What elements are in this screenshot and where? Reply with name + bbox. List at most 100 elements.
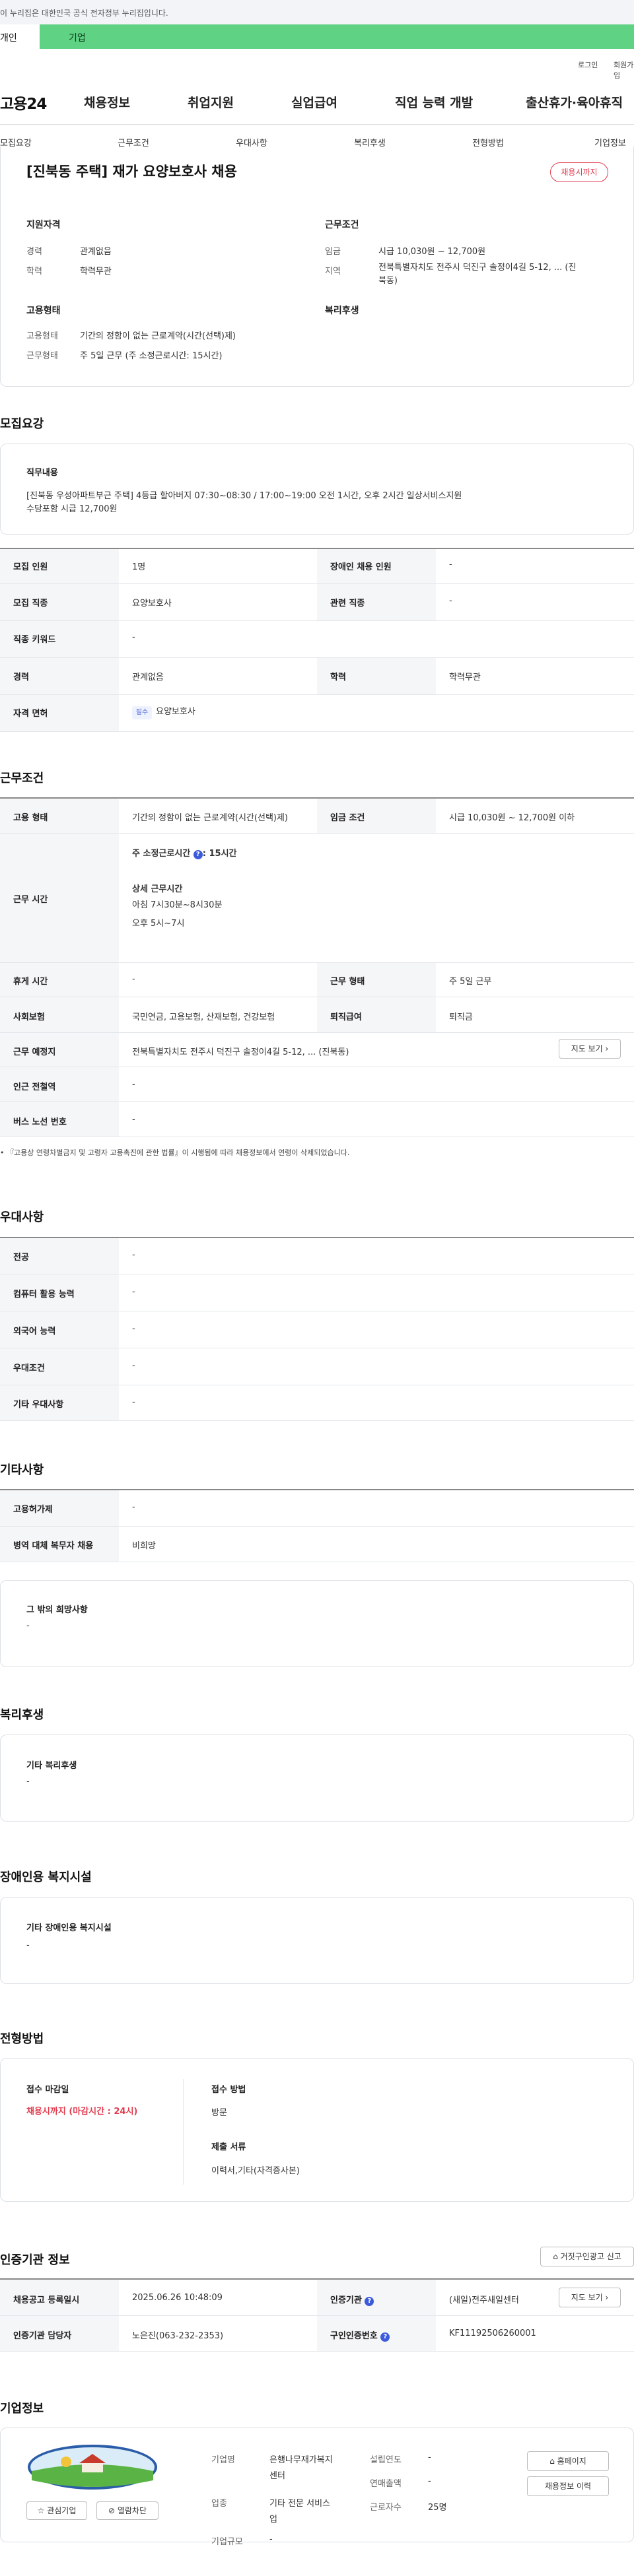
tab-company[interactable]: 기업 (69, 31, 86, 44)
info-icon[interactable]: ? (380, 2332, 390, 2342)
industry-label: 업종 (211, 2499, 227, 2509)
company-name-value-1: 은행나무재가복지 (269, 2455, 333, 2465)
summary-wage-value: 시급 10,030원 ~ 12,700원 (378, 247, 486, 257)
home-alert-icon: ⌂ (553, 2252, 561, 2261)
subway-value: - (132, 1080, 135, 1090)
recruit-history-button[interactable]: 채용정보 이력 (527, 2476, 609, 2496)
block-icon: ⊘ (108, 2506, 118, 2515)
founded-label: 설립연도 (370, 2455, 402, 2465)
report-fake-ad-button[interactable]: ⌂ 거짓구인광고 신고 (540, 2247, 634, 2266)
headcount-value: 1명 (132, 562, 146, 572)
employment-type-title: 고용형태 (26, 306, 61, 316)
etc-wish-title: 그 밖의 희망사항 (26, 1605, 88, 1615)
career-value: 관계없음 (132, 673, 164, 682)
cert-number-label-text: 구인인증번호 (330, 2331, 378, 2341)
location-label: 근무 예정지 (13, 1047, 56, 1057)
agency-label: 인증기관 ? (330, 2293, 374, 2306)
info-icon[interactable]: ? (365, 2297, 374, 2306)
related-job-value: - (449, 596, 452, 606)
license-value: 요양보호사 (156, 707, 195, 717)
row-divider (0, 1101, 634, 1102)
gnb-item-employment-support[interactable]: 취업지원 (188, 93, 234, 111)
join-link[interactable]: 회원가입 (614, 59, 634, 81)
job-duty-line-2: 수당포함 시급 12,700원 (26, 504, 118, 514)
selection-box (0, 2058, 634, 2202)
favorite-company-button[interactable]: ☆ 관심기업 (26, 2501, 87, 2520)
company-size-label: 기업규모 (211, 2537, 243, 2547)
company-logo (26, 2443, 158, 2491)
gnb-item-jobs[interactable]: 채용정보 (84, 93, 130, 111)
edu-label: 학력 (330, 673, 346, 682)
detail-hours-title: 상세 근무시간 (132, 884, 183, 894)
row-divider (0, 2351, 634, 2352)
block-view-button[interactable]: ⊘ 열람차단 (96, 2501, 158, 2520)
career-label: 경력 (13, 673, 29, 682)
language-label: 외국어 능력 (13, 1327, 56, 1337)
severance-label: 퇴직급여 (330, 1012, 362, 1022)
docs-value: 이력서,기타(자격증사본) (211, 2166, 300, 2176)
gov-banner: 이 누리집은 대한민국 공식 전자정부 누리집입니다. (0, 0, 634, 24)
insurance-label: 사회보험 (13, 1012, 45, 1022)
deadline-title: 접수 마감일 (26, 2085, 69, 2095)
gnb-item-unemployment-benefit[interactable]: 실업급여 (291, 93, 337, 111)
agency-label-text: 인증기관 (330, 2295, 362, 2305)
industry-value-2: 업 (269, 2515, 277, 2525)
gov-banner-text: 이 누리집은 대한민국 공식 전자정부 누리집입니다. (0, 9, 168, 18)
benefit-section-title: 복리후생 (0, 1708, 44, 1722)
login-link[interactable]: 로그인 (578, 59, 598, 70)
emptype-value: 기간의 정함이 없는 근로계약(시간(선택)제) (132, 813, 289, 823)
founded-value: - (428, 2453, 431, 2462)
company-name-label: 기업명 (211, 2455, 235, 2465)
selection-section-title: 전형방법 (0, 2032, 44, 2046)
major-value: - (132, 1250, 135, 1260)
emptype-label: 고용 형태 (13, 813, 48, 823)
computer-skill-value: - (132, 1287, 135, 1297)
job-duty-title: 직무내용 (26, 468, 58, 478)
disabled-hire-value: - (449, 560, 452, 570)
homepage-button[interactable]: ⌂ 홈페이지 (527, 2451, 609, 2471)
weekly-hours-label: 주 소정근로시간 (132, 849, 191, 859)
qualification-title: 지원자격 (26, 220, 61, 230)
method-title: 접수 방법 (211, 2085, 246, 2095)
detail-hours-line-1: 아침 7시30분~8시30분 (132, 900, 223, 910)
gnb-item-maternity-leave[interactable]: 출산휴가·육아휴직 (526, 93, 623, 111)
row-divider (0, 620, 634, 621)
tab-person[interactable]: 개인 (0, 24, 40, 49)
gnb-item-vocational-training[interactable]: 직업 능력 개발 (395, 93, 473, 111)
deadline-badge: 채용시까지 (550, 162, 608, 182)
etc-wish-box (0, 1580, 634, 1667)
welfare-title: 복리후생 (325, 306, 359, 316)
job-keyword-value: - (132, 632, 135, 642)
computer-skill-label: 컴퓨터 활용 능력 (13, 1290, 75, 1300)
agency-map-button[interactable]: 지도 보기 › (559, 2288, 621, 2307)
rest-label: 휴게 시간 (13, 977, 48, 987)
row-divider (0, 583, 634, 584)
favorite-company-button-label: 관심기업 (47, 2506, 77, 2515)
prefer-condition-value: - (132, 1361, 135, 1371)
benefit-box (0, 1734, 634, 1822)
subway-label: 인근 전철역 (13, 1082, 56, 1092)
row-divider (0, 1526, 634, 1527)
etc-section-title: 기타사항 (0, 1463, 44, 1477)
site-logo[interactable]: 고용24 (0, 91, 47, 114)
star-icon: ☆ (37, 2506, 48, 2515)
license-value-wrap: 필수 요양보호사 (132, 704, 195, 719)
employees-value: 25명 (428, 2503, 447, 2513)
etc-wish-value: - (26, 1621, 30, 1631)
employees-label: 근로자수 (370, 2503, 402, 2513)
reg-date-label: 채용공고 등록일시 (13, 2295, 80, 2305)
row-divider (0, 833, 634, 834)
row-divider (0, 694, 634, 695)
work-section-title: 근무조건 (0, 772, 44, 785)
disabled-hire-label: 장애인 채용 인원 (330, 562, 392, 572)
tab-person-label: 개인 (0, 33, 17, 44)
summary-workform-value: 주 5일 근무 (주 소정근로시간: 15시간) (80, 351, 223, 361)
company-size-value: - (269, 2534, 273, 2544)
job-type-value: 요양보호사 (132, 599, 172, 609)
homepage-button-label: 홈페이지 (557, 2457, 586, 2466)
info-icon[interactable]: ? (193, 850, 203, 859)
job-type-label: 모집 직종 (13, 599, 48, 609)
map-view-button[interactable]: 지도 보기 › (559, 1039, 621, 1059)
member-type-tabs (0, 24, 634, 49)
summary-workform-label: 근무형태 (26, 351, 58, 361)
